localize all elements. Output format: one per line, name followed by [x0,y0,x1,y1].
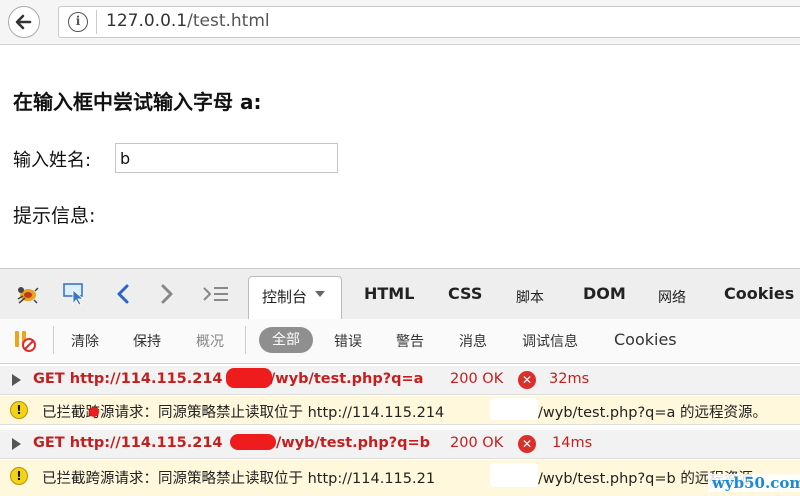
tab-dom[interactable]: DOM [583,284,626,303]
arrow-left-icon [15,14,32,30]
divider [96,10,97,34]
request-url-suffix: /wyb/test.php?q=b [276,435,431,451]
filter-profile[interactable]: 概况 [196,331,224,351]
time-text: 14ms [552,435,593,451]
chevron-left-icon[interactable] [114,283,132,305]
warning-icon: ! [10,467,28,485]
filter-persist[interactable]: 保持 [133,331,161,351]
request-text: GET http://114.115.214 [33,371,223,387]
expand-triangle-icon[interactable] [12,438,21,450]
tab-script[interactable]: 脚本 [516,287,544,307]
filter-warnings[interactable]: 警告 [396,331,424,351]
filter-all[interactable]: 全部 [259,327,313,353]
name-label: 输入姓名: [13,150,92,171]
url-path: /test.html [187,11,270,31]
divider [53,326,54,354]
warning-text: 已拦截跨源请求：同源策略禁止读取位于 http://114.115.214 [42,405,445,421]
hint-label: 提示信息: [13,205,96,227]
chevron-right-icon[interactable] [158,283,176,305]
redaction-mark [490,463,538,487]
warning-text: 已拦截跨源请求：同源策略禁止读取位于 http://114.115.21 [42,471,436,487]
watermark: wyb50.com [708,474,800,492]
redaction-mark [226,368,272,388]
status-text: 200 OK [450,371,504,387]
error-icon: ✕ [518,435,536,453]
filter-debug[interactable]: 调试信息 [522,331,578,351]
firebug-icon[interactable] [14,283,40,305]
tab-network[interactable]: 网络 [658,287,686,307]
error-icon: ✕ [518,371,536,389]
divider [245,326,246,354]
info-icon[interactable]: i [68,12,88,32]
filter-errors[interactable]: 错误 [334,331,362,351]
tab-css[interactable]: CSS [448,284,482,303]
redaction-mark [490,398,538,420]
expand-triangle-icon[interactable] [12,374,21,386]
filter-info[interactable]: 消息 [459,331,487,351]
warning-url-suffix: /wyb/test.php?q=a 的远程资源。 [538,405,768,421]
tab-html[interactable]: HTML [364,284,414,303]
filter-clear[interactable]: 清除 [71,331,99,351]
tab-cookies[interactable]: Cookies [724,284,794,303]
caret-down-icon[interactable] [314,290,326,298]
warning-icon: ! [10,401,28,419]
name-input[interactable] [115,143,338,173]
pause-break-icon[interactable] [12,328,38,352]
outdent-list-icon[interactable] [202,284,230,304]
tab-console-label: 控制台 [262,288,308,306]
url-text[interactable]: 127.0.0.1/test.html [106,11,270,31]
url-host: 127.0.0.1 [106,11,188,31]
redaction-mark [89,407,99,417]
back-button[interactable] [8,6,40,38]
request-url-suffix: /wyb/test.php?q=a [270,371,424,387]
time-text: 32ms [549,371,590,387]
redaction-mark [230,434,276,450]
filter-cookies[interactable]: Cookies [614,330,677,349]
status-text: 200 OK [450,435,504,451]
inspect-icon[interactable] [62,282,88,306]
request-text: GET http://114.115.214 [33,435,223,451]
page-heading: 在输入框中尝试输入字母 a: [13,90,262,114]
